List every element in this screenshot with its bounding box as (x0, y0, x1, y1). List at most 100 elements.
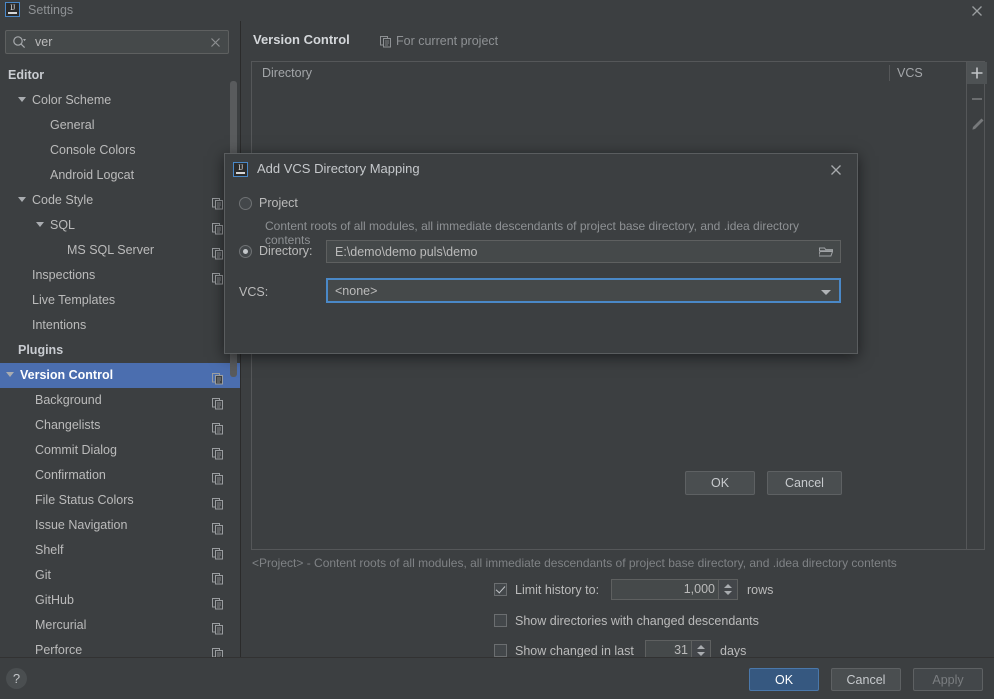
show-changed-checkbox[interactable] (494, 644, 507, 657)
limit-history-label: Limit history to: (515, 583, 600, 597)
directory-radio[interactable] (239, 245, 252, 258)
limit-history-value: 1,000 (683, 582, 715, 596)
copy-scope-icon (380, 36, 392, 48)
limit-history-stepper[interactable]: 1,000 (611, 579, 738, 600)
page-title: Version Control (253, 32, 350, 47)
copy-scope-icon (212, 644, 224, 657)
sidebar-item-android-logcat[interactable]: Android Logcat (0, 163, 240, 188)
sidebar-item-code-style[interactable]: Code Style (0, 188, 240, 213)
sidebar-item-console-colors[interactable]: Console Colors (0, 138, 240, 163)
copy-scope-icon (212, 444, 224, 460)
column-header-vcs[interactable]: VCS (897, 62, 923, 84)
chevron-down-icon[interactable] (18, 197, 26, 202)
show-directories-checkbox[interactable] (494, 614, 507, 627)
window-titlebar: Settings (0, 0, 994, 21)
sidebar-item-file-status-colors[interactable]: File Status Colors (0, 488, 240, 513)
directory-path-input[interactable]: E:\demo\demo puls\demo (326, 240, 841, 263)
sidebar-item-label: Editor (8, 68, 45, 82)
help-button[interactable]: ? (6, 668, 27, 689)
copy-scope-icon (212, 594, 224, 610)
table-toolbar (966, 62, 987, 549)
sidebar-item-label: Code Style (32, 193, 94, 207)
copy-scope-icon (212, 369, 224, 385)
copy-scope-icon (212, 469, 224, 485)
add-vcs-directory-mapping-dialog: Add VCS Directory Mapping Project Conten… (224, 153, 858, 495)
limit-history-row: Limit history to: 1,000 rows (494, 579, 794, 601)
sidebar-item-label: Issue Navigation (35, 518, 128, 532)
sidebar-item-inspections[interactable]: Inspections (0, 263, 240, 288)
sidebar-item-confirmation[interactable]: Confirmation (0, 463, 240, 488)
add-mapping-button[interactable] (967, 62, 987, 84)
close-icon[interactable] (968, 2, 986, 20)
limit-history-checkbox[interactable] (494, 583, 507, 596)
chevron-down-icon[interactable] (6, 372, 14, 377)
dialog-cancel-button[interactable]: Cancel (767, 471, 842, 495)
copy-scope-icon (212, 569, 224, 585)
sidebar-item-label: Confirmation (35, 468, 106, 482)
copy-scope-icon (212, 494, 224, 510)
sidebar-item-label: Commit Dialog (35, 443, 117, 457)
directory-radio-label: Directory: (259, 244, 313, 258)
sidebar-item-shelf[interactable]: Shelf (0, 538, 240, 563)
vcs-select[interactable]: <none> (326, 278, 841, 303)
limit-history-stepper-arrows[interactable] (718, 580, 737, 599)
table-header: Directory VCS (252, 62, 984, 85)
sidebar-item-label: Mercurial (35, 618, 87, 632)
sidebar-item-intentions[interactable]: Intentions (0, 313, 240, 338)
directory-path-value: E:\demo\demo puls\demo (335, 245, 478, 259)
chevron-down-icon[interactable] (36, 222, 44, 227)
copy-scope-icon (212, 244, 224, 260)
sidebar-item-ms-sql-server[interactable]: MS SQL Server (0, 238, 240, 263)
sidebar-item-version-control[interactable]: Version Control (0, 363, 240, 388)
copy-scope-icon (212, 419, 224, 435)
settings-window: Settings ver EditorColor Sc (0, 0, 994, 699)
sidebar-item-live-templates[interactable]: Live Templates (0, 288, 240, 313)
sidebar-item-git[interactable]: Git (0, 563, 240, 588)
sidebar-item-editor[interactable]: Editor (0, 63, 240, 88)
window-title: Settings (28, 3, 74, 17)
sidebar-item-label: General (50, 118, 95, 132)
remove-mapping-button[interactable] (967, 88, 987, 110)
sidebar-item-sql[interactable]: SQL (0, 213, 240, 238)
scope-note: For current project (380, 34, 499, 48)
intellij-logo-icon (5, 2, 21, 18)
sidebar-item-general[interactable]: General (0, 113, 240, 138)
settings-tree[interactable]: Editor Color Scheme General Console Colors A… (0, 63, 240, 657)
apply-button[interactable]: Apply (913, 668, 983, 691)
sidebar-item-label: SQL (50, 218, 76, 232)
sidebar-item-mercurial[interactable]: Mercurial (0, 613, 240, 638)
copy-scope-icon (212, 544, 224, 560)
show-directories-row: Show directories with changed descendant… (494, 612, 814, 632)
sidebar-item-plugins[interactable]: Plugins (0, 338, 240, 363)
copy-scope-icon (212, 619, 224, 635)
sidebar-item-label: Console Colors (50, 143, 136, 157)
search-input[interactable]: ver (5, 30, 229, 54)
copy-scope-icon (212, 194, 224, 210)
project-radio[interactable] (239, 197, 252, 210)
edit-mapping-button[interactable] (967, 114, 987, 136)
limit-history-suffix: rows (747, 583, 774, 597)
sidebar-item-background[interactable]: Background (0, 388, 240, 413)
sidebar-item-label: Git (35, 568, 51, 582)
cancel-button[interactable]: Cancel (831, 668, 901, 691)
show-directories-label: Show directories with changed descendant… (515, 614, 759, 628)
clear-icon[interactable] (209, 36, 222, 49)
close-icon[interactable] (828, 162, 844, 178)
sidebar-item-commit-dialog[interactable]: Commit Dialog (0, 438, 240, 463)
chevron-down-icon[interactable] (18, 97, 26, 102)
sidebar-item-perforce[interactable]: Perforce (0, 638, 240, 657)
scope-note-label: For current project (396, 34, 499, 48)
sidebar-item-issue-navigation[interactable]: Issue Navigation (0, 513, 240, 538)
ok-button[interactable]: OK (749, 668, 819, 691)
folder-icon[interactable] (817, 246, 834, 258)
vcs-label: VCS: (239, 285, 269, 299)
sidebar-item-label: Background (35, 393, 102, 407)
sidebar-item-label: MS SQL Server (67, 243, 155, 257)
sidebar-item-github[interactable]: GitHub (0, 588, 240, 613)
sidebar-item-changelists[interactable]: Changelists (0, 413, 240, 438)
sidebar-item-color-scheme[interactable]: Color Scheme (0, 88, 240, 113)
column-header-directory[interactable]: Directory (262, 62, 312, 84)
copy-scope-icon (212, 219, 224, 235)
dialog-ok-button[interactable]: OK (685, 471, 755, 495)
column-divider[interactable] (889, 65, 890, 81)
